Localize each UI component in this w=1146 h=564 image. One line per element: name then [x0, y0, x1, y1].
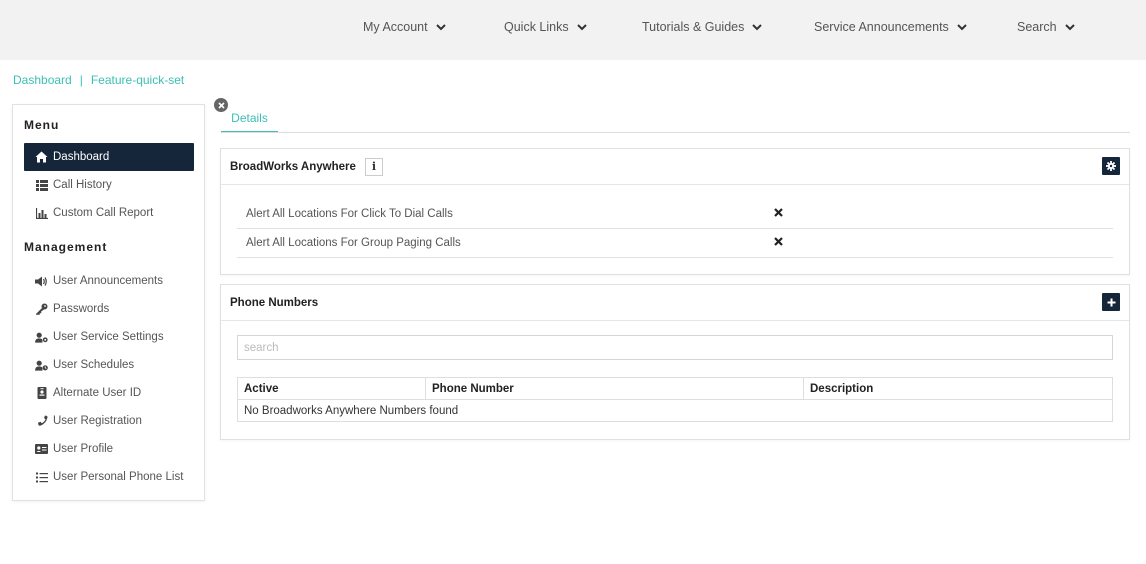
tab-details[interactable]: Details — [221, 111, 278, 133]
sidebar-item-user-schedules[interactable]: User Schedules — [24, 351, 194, 379]
top-navbar: My Account Quick Links Tutorials & Guide… — [0, 0, 1146, 60]
breadcrumb-feature-quick-set[interactable]: Feature-quick-set — [91, 73, 184, 87]
chevron-down-icon — [752, 23, 763, 30]
settings-button[interactable] — [1102, 157, 1120, 175]
panel-header: BroadWorks Anywhere i — [221, 149, 1129, 185]
sidebar-item-label: Dashboard — [53, 151, 110, 163]
key-icon — [35, 303, 48, 316]
sidebar-item-user-profile[interactable]: User Profile — [24, 435, 194, 463]
sidebar-item-dashboard[interactable]: Dashboard — [24, 143, 194, 171]
breadcrumb-separator: | — [79, 73, 83, 87]
close-icon[interactable] — [214, 98, 228, 112]
user-clock-icon — [35, 359, 48, 372]
user-cog-icon — [35, 331, 48, 344]
sidebar-item-custom-call-report[interactable]: Custom Call Report — [24, 199, 194, 227]
panel-header: Phone Numbers — [221, 285, 1129, 321]
sidebar-item-label: User Profile — [53, 443, 114, 455]
tab-divider — [221, 132, 1130, 133]
sidebar-item-label: User Service Settings — [53, 331, 164, 343]
sidebar-item-user-announcements[interactable]: User Announcements — [24, 267, 194, 295]
plus-icon — [1107, 298, 1115, 306]
list-table-icon — [35, 179, 48, 192]
megaphone-icon — [35, 275, 48, 288]
x-mark-icon[interactable] — [774, 237, 783, 246]
sidebar-item-label: User Announcements — [53, 275, 163, 287]
sidebar-item-passwords[interactable]: Passwords — [24, 295, 194, 323]
chevron-down-icon — [576, 23, 587, 30]
column-header-active[interactable]: Active — [237, 377, 426, 400]
breadcrumb-dashboard[interactable]: Dashboard — [13, 73, 72, 87]
x-mark-icon[interactable] — [774, 208, 783, 217]
broadworks-anywhere-panel: BroadWorks Anywhere i Alert All Location… — [220, 148, 1130, 275]
nav-tutorials-guides[interactable]: Tutorials & Guides — [642, 20, 763, 34]
home-icon — [35, 151, 48, 164]
menu-heading: Menu — [24, 118, 60, 132]
phone-icon — [35, 415, 48, 428]
setting-row: Alert All Locations For Group Paging Cal… — [237, 229, 1113, 258]
chevron-down-icon — [1064, 23, 1075, 30]
chevron-down-icon — [435, 23, 446, 30]
sidebar-item-label: Passwords — [53, 303, 110, 315]
id-card-icon — [35, 443, 48, 456]
setting-row: Alert All Locations For Click To Dial Ca… — [237, 200, 1113, 229]
sidebar-item-user-personal-phone-list[interactable]: User Personal Phone List — [24, 463, 194, 491]
search-input[interactable] — [237, 335, 1113, 360]
table-header-row: Active Phone Number Description — [237, 377, 1113, 400]
sidebar-item-label: Call History — [53, 179, 112, 191]
nav-my-account[interactable]: My Account — [363, 20, 446, 34]
sidebar-item-call-history[interactable]: Call History — [24, 171, 194, 199]
id-badge-icon — [35, 387, 48, 400]
nav-label: Tutorials & Guides — [642, 20, 745, 34]
list-icon — [35, 471, 48, 484]
panel-title: Phone Numbers — [230, 296, 319, 309]
empty-message: No Broadworks Anywhere Numbers found — [237, 399, 1113, 422]
sidebar-item-label: Custom Call Report — [53, 207, 154, 219]
panel-title: BroadWorks Anywhere — [230, 160, 356, 173]
sidebar-item-label: User Personal Phone List — [53, 471, 184, 483]
sidebar-item-user-service-settings[interactable]: User Service Settings — [24, 323, 194, 351]
phone-numbers-table: Active Phone Number Description No Broad… — [237, 377, 1113, 422]
table-row: No Broadworks Anywhere Numbers found — [237, 399, 1113, 422]
setting-label: Alert All Locations For Group Paging Cal… — [246, 237, 461, 249]
info-button[interactable]: i — [364, 157, 383, 176]
chevron-down-icon — [957, 23, 967, 30]
gear-icon — [1106, 161, 1116, 171]
nav-service-announcements[interactable]: Service Announcements — [814, 20, 967, 34]
sidebar-item-alternate-user-id[interactable]: Alternate User ID — [24, 379, 194, 407]
setting-label: Alert All Locations For Click To Dial Ca… — [246, 208, 453, 220]
nav-quick-links[interactable]: Quick Links — [504, 20, 587, 34]
nav-label: Search — [1017, 20, 1057, 34]
nav-label: My Account — [363, 20, 428, 34]
column-header-description[interactable]: Description — [803, 377, 1113, 400]
add-phone-number-button[interactable] — [1102, 293, 1120, 311]
nav-label: Quick Links — [504, 20, 569, 34]
sidebar-item-user-registration[interactable]: User Registration — [24, 407, 194, 435]
column-header-phone-number[interactable]: Phone Number — [425, 377, 804, 400]
nav-label: Service Announcements — [814, 20, 949, 34]
management-heading: Management — [24, 240, 108, 254]
breadcrumb: Dashboard | Feature-quick-set — [13, 73, 184, 87]
bar-chart-icon — [35, 207, 48, 220]
phone-numbers-panel: Phone Numbers Active Phone Number Descri… — [220, 284, 1130, 440]
sidebar-item-label: Alternate User ID — [53, 387, 142, 399]
sidebar: Menu Dashboard Call History Custom Call … — [12, 104, 205, 501]
sidebar-item-label: User Registration — [53, 415, 142, 427]
sidebar-item-label: User Schedules — [53, 359, 135, 371]
nav-search[interactable]: Search — [1017, 20, 1075, 34]
